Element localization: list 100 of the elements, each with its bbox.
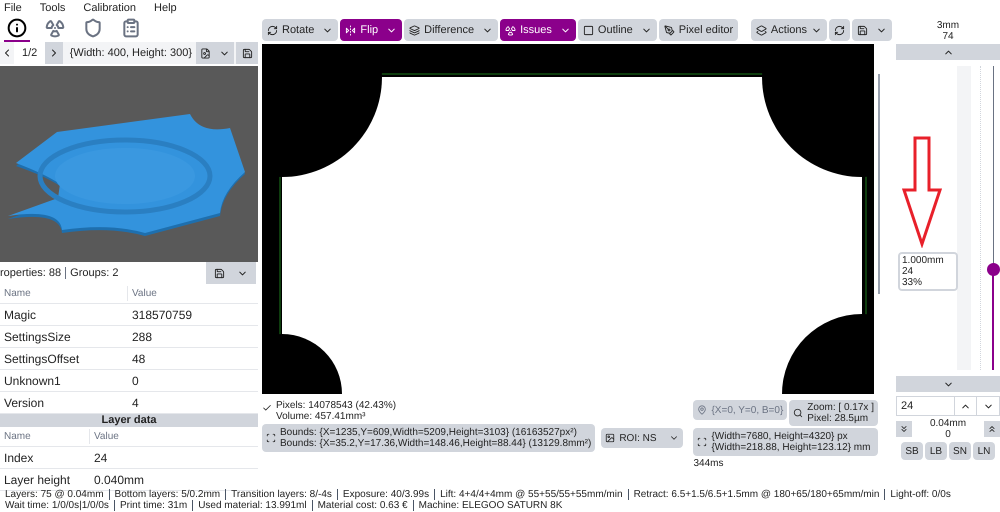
save-icon (242, 48, 252, 58)
refresh-button[interactable] (829, 19, 850, 41)
table-cell-text: Index (3, 450, 34, 466)
layer-height: 0.04mm (930, 418, 966, 429)
arrow-icon (902, 136, 942, 248)
first-layer-button[interactable] (896, 421, 912, 437)
status-text: Wait time: 1/0/0s|1/0/0s (4, 500, 110, 511)
layer-nav-button[interactable]: SN (949, 442, 971, 460)
actions-button[interactable]: Actions (750, 19, 827, 41)
layer-nav-button[interactable]: LB (925, 442, 947, 460)
menu-item[interactable]: Tools (40, 0, 66, 16)
layers-icon (756, 24, 767, 36)
groups-count: Groups: 2 (70, 266, 118, 281)
toolbar-button[interactable]: Pixel editor (658, 19, 738, 41)
search-icon (793, 408, 804, 418)
zoom-level: Zoom: [ 0.17x ] (807, 402, 874, 413)
section-header: Layer data (0, 414, 258, 427)
table-cell-text: Unknown1 (3, 372, 62, 390)
tooltip-text: 1.000mm (902, 255, 945, 266)
layer-slider[interactable] (986, 66, 1000, 370)
table-cell-text: 4 (131, 394, 140, 412)
bottom-layer-number: 0 (945, 429, 951, 440)
status-text: Material cost: 0.63 € (312, 500, 413, 511)
next-button[interactable] (45, 42, 64, 64)
bounds-icon (697, 437, 708, 447)
table-cell-text: 318570759 (131, 306, 194, 324)
pen-icon (664, 24, 675, 36)
bounds-text: Bounds: {X=35.2,Y=17.36,Width=148.46,Height=88.44} (13129.8mm²) (280, 438, 592, 449)
resolution-text: {Width=218.88, Height=123.12} mm (711, 442, 870, 453)
table-cell-text: Magic (3, 306, 38, 324)
pin-icon (697, 405, 708, 415)
flip-icon (345, 24, 356, 36)
table-cell-text: SettingsOffset (3, 350, 80, 368)
toolbar-button[interactable]: Flip (340, 19, 402, 41)
status-text: Lift: 4+4/4+4mm @ 55+55/55+55mm/min (434, 489, 628, 500)
table-cell-text: 24 (93, 450, 108, 466)
table-cell-text: SettingsSize (3, 328, 72, 346)
layer-input[interactable]: 24 (896, 396, 955, 416)
top-layer-height: 3mm (936, 20, 960, 31)
tooltip-text: 24 (902, 266, 914, 277)
toolbar-button[interactable]: Rotate (262, 19, 338, 41)
pixel-size: Pixel: 28.5µm (807, 413, 870, 424)
status-text: Layers: 75 @ 0.04mm (4, 489, 105, 500)
status-text: Retract: 6.5+1.5/6.5+1.5mm @ 180+65/180+65mm/min (628, 489, 884, 500)
table-cell-text: Version (3, 394, 46, 412)
double-chevron-up-icon (987, 424, 997, 434)
bounds-text: Bounds: {X=1235,Y=609,Width=5209,Height=3103} (16163527px²) (280, 427, 578, 438)
save-button[interactable] (206, 262, 256, 284)
menu-item[interactable]: File (4, 0, 22, 16)
save-button[interactable] (852, 19, 892, 41)
column-header: Name (0, 286, 128, 301)
bounds-icon (266, 433, 276, 443)
file-image-icon (200, 48, 211, 58)
slider-thumb[interactable] (986, 262, 1000, 276)
radiation-icon (505, 24, 516, 36)
status-text: Machine: ELEGOO SATURN 8K (412, 500, 568, 511)
increment-button[interactable] (955, 396, 977, 416)
double-chevron-down-icon (899, 424, 909, 434)
tooltip-text: 33% (902, 277, 924, 288)
status-text: Print time: 31m (114, 500, 192, 511)
volume: Volume: 457.41mm³ (276, 411, 366, 422)
rotate-icon (267, 24, 278, 36)
properties-count: roperties: 88 (0, 266, 62, 281)
render-time: 344ms (693, 458, 724, 469)
top-layer-number: 74 (941, 31, 955, 42)
layer-nav-button[interactable]: LN (973, 442, 995, 460)
column-header: Name (0, 429, 90, 444)
image-icon (605, 433, 616, 443)
layer-nav-button[interactable]: SB (901, 442, 923, 460)
layers-icon (409, 24, 420, 36)
status-text: Used material: 13.991ml (192, 500, 312, 511)
status-text: Bottom layers: 5/0.2mm (108, 489, 226, 500)
check-icon (262, 403, 272, 413)
column-header: Value (93, 430, 120, 444)
toolbar-button[interactable]: Difference (404, 19, 498, 41)
save-button[interactable] (236, 42, 258, 64)
menu-item[interactable]: Calibration (83, 0, 136, 16)
export-button[interactable] (196, 42, 234, 64)
save-icon (214, 268, 225, 278)
toolbar-button[interactable]: Outline (578, 19, 657, 41)
table-cell-text: 288 (131, 328, 154, 346)
toolbar-button[interactable]: Issues (500, 19, 576, 41)
last-layer-button[interactable] (984, 421, 1000, 437)
outline-icon (582, 24, 594, 36)
menu-item[interactable]: Help (154, 0, 177, 16)
resolution-text: {Width=7680, Height=4320} px (711, 431, 849, 442)
table-cell-text: Layer height (3, 472, 72, 488)
save-icon (857, 24, 868, 36)
status-text: Light-off: 0/0s (884, 489, 956, 500)
table-cell-text: 0 (131, 372, 140, 390)
location-field: {X=0, Y=0, B=0} (693, 400, 788, 420)
status-text: Transition layers: 8/-4s (225, 489, 337, 500)
column-header: Value (131, 287, 158, 301)
page-indicator: 1/2 (14, 42, 46, 64)
thumbnail-size: {Width: 400, Height: 300} (70, 46, 193, 61)
status-text: Exposure: 40/3.99s (336, 489, 434, 500)
table-cell-text: 48 (131, 350, 146, 368)
pixels-count: Pixels: 14078543 (42.43%) (276, 400, 396, 411)
roi-button[interactable]: ROI: NS (601, 428, 683, 448)
table-cell-text: 0.040mm (93, 472, 146, 488)
